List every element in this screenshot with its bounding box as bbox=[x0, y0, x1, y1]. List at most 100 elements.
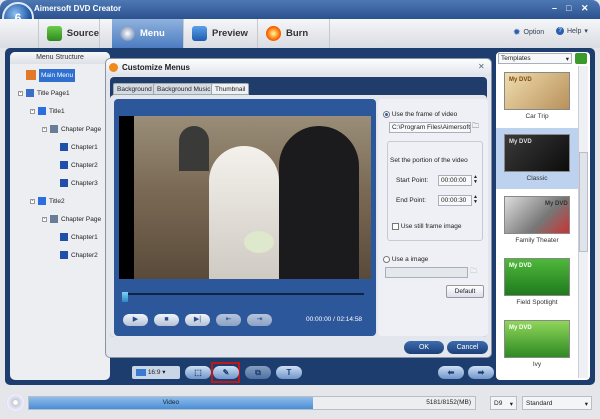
folder-icon bbox=[38, 107, 46, 115]
tree-item-chapter-page[interactable]: - Chapter Page bbox=[42, 120, 110, 138]
capacity-text: 5181/8152(MB) bbox=[426, 399, 471, 406]
seek-bar[interactable] bbox=[124, 293, 364, 295]
template-field-spotlight[interactable]: My DVD Field Spotlight bbox=[496, 252, 578, 313]
video-path-field[interactable]: C:\Program Files\Aimersoft\ bbox=[389, 122, 471, 133]
tree-item-chapter[interactable]: Chapter3 bbox=[60, 174, 110, 192]
template-thumbnail: My DVD bbox=[504, 134, 570, 172]
start-point-field[interactable]: 00:00:00 bbox=[438, 175, 472, 186]
templates-dropdown[interactable]: Templates ▾ bbox=[498, 53, 572, 64]
end-point-field[interactable]: 00:00:30 bbox=[438, 195, 472, 206]
set-end-button[interactable]: ⇥ bbox=[247, 314, 272, 326]
template-thumbnail: My DVD bbox=[504, 72, 570, 110]
end-point-label: End Point: bbox=[396, 197, 426, 204]
collapse-icon[interactable]: - bbox=[30, 198, 35, 204]
next-frame-button[interactable]: ▶| bbox=[185, 314, 210, 326]
portion-label: Set the portion of the video bbox=[390, 157, 468, 164]
template-family-theater[interactable]: My DVD Family Theater bbox=[496, 190, 578, 251]
help-icon: ? bbox=[556, 27, 564, 35]
tab-background-music[interactable]: Background Music bbox=[153, 83, 215, 95]
previous-page-button[interactable]: ⬅ bbox=[438, 366, 464, 379]
tab-thumbnail[interactable]: Thumbnail bbox=[211, 83, 250, 95]
time-readout: 00:00:00 / 02:14:58 bbox=[306, 316, 363, 323]
cancel-button[interactable]: Cancel bbox=[447, 341, 488, 354]
next-page-button[interactable]: ➡ bbox=[468, 366, 494, 379]
template-car-trip[interactable]: My DVD Car Trip bbox=[496, 66, 578, 127]
tree-item-chapter[interactable]: Chapter1 bbox=[60, 138, 110, 156]
option-button[interactable]: ✹ Option bbox=[513, 27, 544, 38]
tab-source[interactable]: Source bbox=[38, 19, 100, 48]
disc-icon bbox=[6, 393, 25, 412]
disc-icon bbox=[120, 26, 135, 41]
collapse-icon[interactable]: - bbox=[18, 90, 23, 96]
tree-item-chapter[interactable]: Chapter2 bbox=[60, 156, 110, 174]
use-image-radio[interactable]: Use a image bbox=[383, 256, 428, 263]
monitor-play-icon bbox=[192, 26, 207, 41]
default-button[interactable]: Default bbox=[446, 285, 484, 298]
monitor-icon bbox=[26, 89, 34, 97]
app-title: Aimersoft DVD Creator bbox=[34, 4, 122, 13]
template-thumbnail: My DVD bbox=[504, 320, 570, 358]
disc-capacity-bar: Video 5181/8152(MB) bbox=[28, 396, 476, 410]
template-classic[interactable]: My DVD Classic bbox=[496, 128, 578, 189]
stop-button[interactable]: ■ bbox=[154, 314, 179, 326]
browse-folder-icon[interactable]: 🗀 bbox=[472, 122, 479, 133]
template-thumbnail: My DVD bbox=[504, 196, 570, 234]
tab-preview[interactable]: Preview bbox=[184, 19, 258, 48]
play-button[interactable]: ▶ bbox=[123, 314, 148, 326]
tab-menu[interactable]: Menu bbox=[112, 19, 184, 48]
capacity-fill: Video bbox=[29, 397, 313, 409]
tree-item-title2[interactable]: - Title2 bbox=[30, 192, 110, 210]
download-templates-button[interactable] bbox=[575, 53, 587, 64]
use-frame-radio[interactable]: Use the frame of video bbox=[383, 111, 457, 118]
film-icon bbox=[60, 161, 68, 169]
chevron-down-icon: ▾ bbox=[584, 28, 588, 35]
folder-icon bbox=[38, 197, 46, 205]
add-image-button[interactable]: ⧉ bbox=[245, 366, 271, 379]
film-icon bbox=[60, 233, 68, 241]
customize-menus-dialog: Customize Menus ✕ Background Background … bbox=[105, 58, 492, 358]
seek-handle[interactable] bbox=[122, 292, 128, 302]
tab-burn[interactable]: Burn bbox=[258, 19, 330, 48]
tree-item-chapter[interactable]: Chapter2 bbox=[60, 246, 110, 264]
home-icon bbox=[26, 70, 36, 80]
still-frame-checkbox[interactable]: Use still frame image bbox=[392, 223, 462, 230]
add-text-button[interactable]: T bbox=[276, 366, 302, 379]
template-ivy[interactable]: My DVD Ivy bbox=[496, 314, 578, 375]
collapse-icon[interactable]: - bbox=[30, 108, 35, 114]
tree-item-title1[interactable]: - Title1 bbox=[30, 102, 110, 120]
maximize-button[interactable]: □ bbox=[566, 3, 571, 13]
tab-background[interactable]: Background bbox=[113, 83, 156, 95]
video-frame bbox=[119, 116, 371, 279]
dialog-close-button[interactable]: ✕ bbox=[478, 62, 485, 71]
tree-item-chapter-page[interactable]: - Chapter Page bbox=[42, 210, 110, 228]
collapse-icon[interactable]: - bbox=[42, 126, 47, 132]
set-start-button[interactable]: ⇤ bbox=[216, 314, 241, 326]
template-thumbnail: My DVD bbox=[504, 258, 570, 296]
ok-button[interactable]: OK bbox=[404, 341, 444, 354]
close-button[interactable]: ✕ bbox=[581, 3, 589, 14]
tree-item-chapter[interactable]: Chapter1 bbox=[60, 228, 110, 246]
chevron-down-icon: ▾ bbox=[565, 56, 569, 63]
chapter-page-icon bbox=[50, 125, 58, 133]
help-button[interactable]: ? Help ▾ bbox=[556, 27, 588, 35]
film-icon bbox=[60, 143, 68, 151]
aspect-ratio-dropdown[interactable]: 16:9 ▾ bbox=[132, 366, 180, 379]
film-icon bbox=[60, 251, 68, 259]
start-point-label: Start Point: bbox=[396, 177, 429, 184]
quality-dropdown[interactable]: Standard ▾ bbox=[522, 396, 592, 410]
tree-item-main-menu[interactable]: Main Menu bbox=[26, 66, 110, 84]
minimize-button[interactable]: – bbox=[552, 3, 557, 13]
menu-structure-header: Menu Structure bbox=[10, 52, 110, 64]
tree-item-title-page[interactable]: - Title Page1 bbox=[18, 84, 110, 102]
chapter-page-icon bbox=[50, 215, 58, 223]
browse-image-icon[interactable]: 🗀 bbox=[470, 267, 477, 278]
end-point-spinner[interactable]: ▲ ▼ bbox=[473, 195, 478, 205]
collapse-icon[interactable]: - bbox=[42, 216, 47, 222]
safe-zone-button[interactable]: ⬚ bbox=[185, 366, 211, 379]
templates-scrollbar[interactable] bbox=[578, 66, 588, 378]
start-point-spinner[interactable]: ▲ ▼ bbox=[473, 175, 478, 185]
customize-thumbnail-button[interactable]: ✎ bbox=[213, 366, 239, 379]
disc-type-dropdown[interactable]: D9 ▾ bbox=[490, 396, 517, 410]
app-icon bbox=[109, 63, 118, 72]
image-path-field[interactable] bbox=[385, 267, 468, 278]
